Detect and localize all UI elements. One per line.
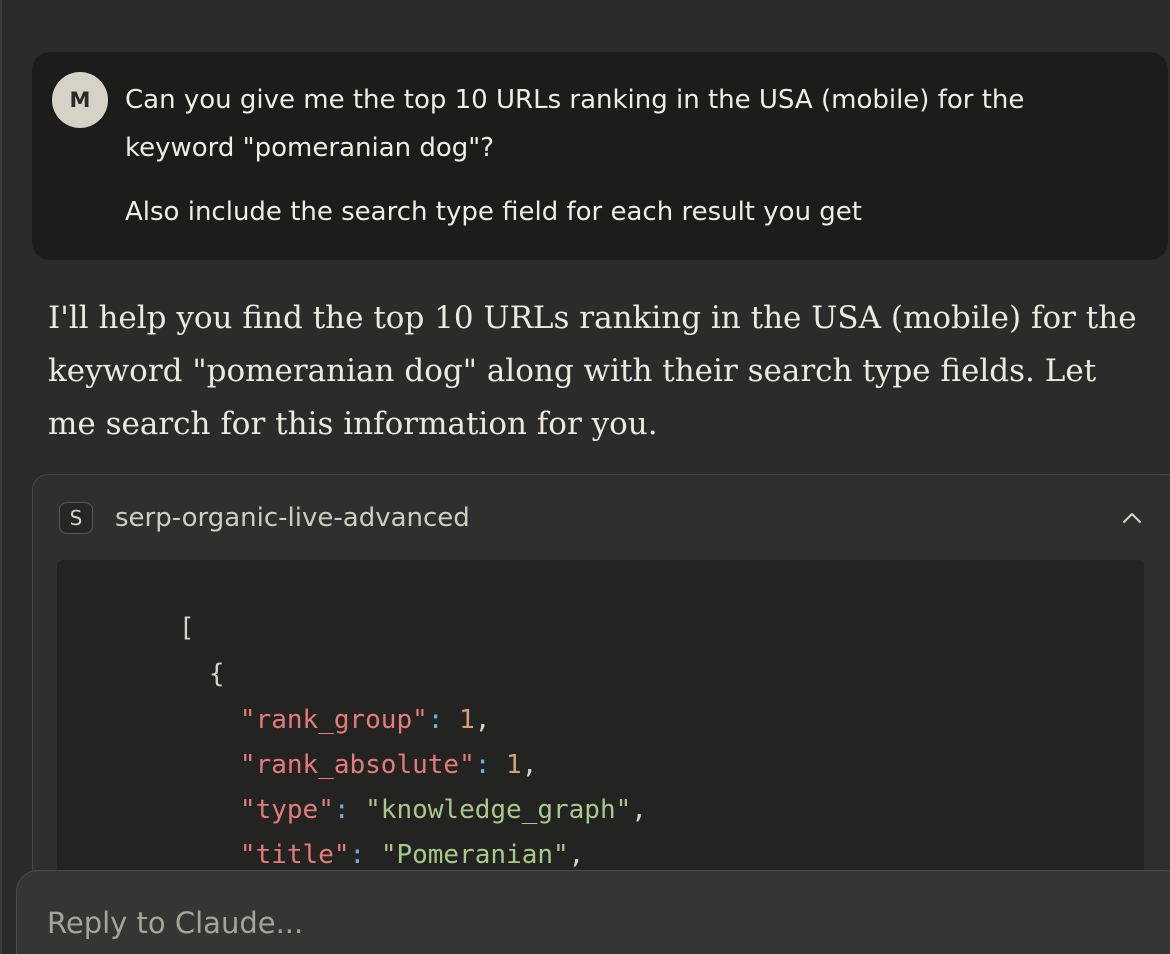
reply-composer [16, 870, 1170, 954]
tool-name: serp-organic-live-advanced [115, 503, 470, 533]
tool-call-header[interactable]: S serp-organic-live-advanced [33, 475, 1143, 559]
user-avatar: M [52, 72, 108, 128]
tool-badge: S [59, 502, 93, 534]
reply-input[interactable] [47, 901, 1047, 945]
user-message-line-2: Also include the search type field for e… [125, 197, 863, 227]
chevron-up-icon[interactable] [1119, 505, 1145, 531]
window-left-border [0, 0, 2, 954]
assistant-message-text: I'll help you find the top 10 URLs ranki… [48, 300, 1137, 442]
user-message-text: Can you give me the top 10 URLs ranking … [125, 76, 1135, 236]
user-message: M Can you give me the top 10 URLs rankin… [32, 52, 1168, 260]
user-message-line-1: Can you give me the top 10 URLs ranking … [125, 85, 1025, 163]
